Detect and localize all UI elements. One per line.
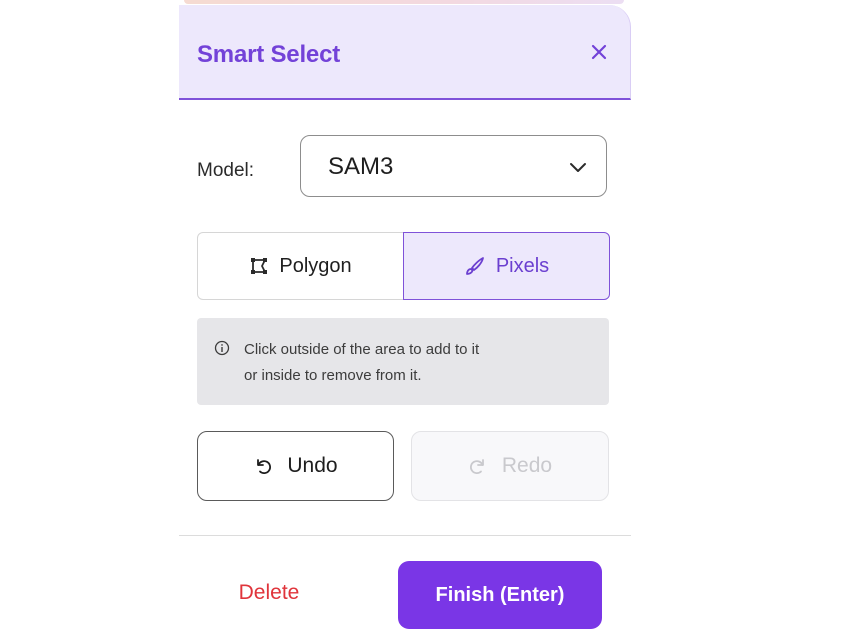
panel-header: Smart Select (179, 5, 631, 100)
background-edge (184, 0, 624, 4)
redo-label: Redo (501, 454, 553, 477)
polygon-mode-button[interactable]: Polygon (197, 232, 404, 300)
stage: Smart Select Model: SAM3 Polygon Pixels … (0, 0, 854, 640)
info-icon (214, 340, 230, 356)
redo-button[interactable]: Redo (411, 431, 609, 501)
divider (179, 535, 631, 536)
undo-label: Undo (287, 454, 338, 477)
polygon-mode-label: Polygon (279, 254, 352, 277)
redo-icon (469, 459, 484, 474)
panel-title: Smart Select (197, 41, 341, 68)
info-text-line-2: or inside to remove from it. (244, 367, 422, 384)
close-icon (591, 44, 607, 60)
delete-button[interactable]: Delete (209, 573, 329, 613)
close-button[interactable] (584, 37, 614, 67)
pixels-mode-label: Pixels (495, 254, 550, 277)
pixels-mode-button[interactable]: Pixels (403, 232, 610, 300)
smart-select-panel: Smart Select Model: SAM3 Polygon Pixels … (179, 5, 631, 640)
mode-toggle: Polygon Pixels (197, 232, 610, 300)
undo-icon (257, 459, 272, 474)
model-select-value: SAM3 (328, 153, 394, 180)
info-box: Click outside of the area to add to it o… (197, 318, 609, 405)
polygon-icon (251, 258, 268, 274)
finish-button[interactable]: Finish (Enter) (398, 561, 602, 629)
undo-button[interactable]: Undo (197, 431, 394, 501)
model-select[interactable]: SAM3 (300, 135, 607, 197)
model-label: Model: (197, 160, 255, 181)
info-text-line-1: Click outside of the area to add to it (244, 341, 480, 358)
chevron-down-icon (570, 163, 586, 172)
brush-icon (465, 257, 484, 275)
